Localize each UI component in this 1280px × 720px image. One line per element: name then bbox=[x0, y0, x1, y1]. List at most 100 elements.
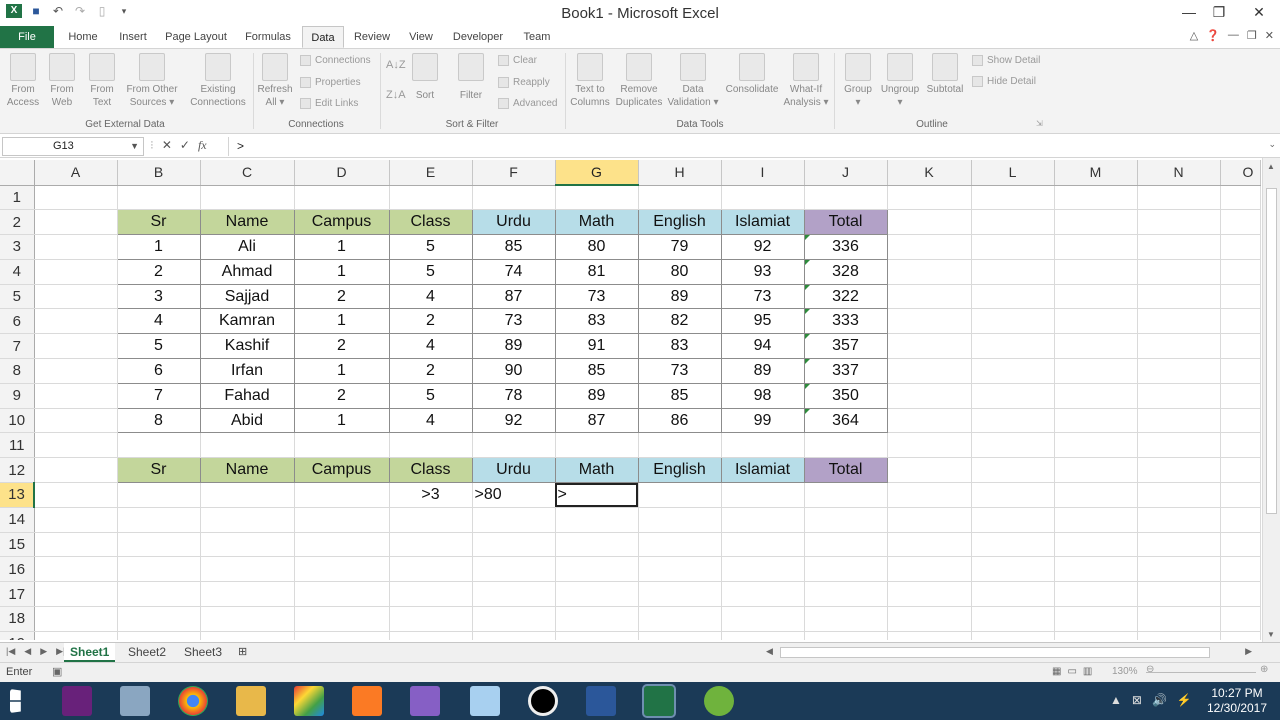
cell[interactable] bbox=[721, 532, 805, 558]
cell[interactable] bbox=[971, 284, 1055, 310]
cell[interactable] bbox=[887, 482, 972, 508]
row-header[interactable]: 3 bbox=[0, 234, 35, 260]
column-header[interactable]: B bbox=[117, 160, 201, 186]
table-cell[interactable]: 8 bbox=[116, 407, 201, 434]
recorder-icon[interactable] bbox=[528, 686, 558, 716]
cell[interactable] bbox=[472, 631, 556, 640]
cell[interactable] bbox=[804, 556, 888, 583]
table-cell[interactable]: 1 bbox=[293, 358, 390, 384]
column-header[interactable]: J bbox=[804, 160, 888, 186]
cell[interactable] bbox=[34, 581, 118, 608]
cell[interactable] bbox=[389, 507, 473, 533]
cell[interactable] bbox=[887, 308, 972, 335]
confirm-entry-icon[interactable]: ✓ bbox=[180, 138, 190, 153]
table-cell[interactable]: Kashif bbox=[199, 333, 295, 360]
xampp-icon[interactable] bbox=[352, 686, 382, 716]
cell[interactable] bbox=[1137, 185, 1221, 211]
table-cell[interactable]: 74 bbox=[471, 258, 556, 285]
cell[interactable] bbox=[721, 581, 805, 608]
cell[interactable] bbox=[34, 284, 118, 310]
cell[interactable] bbox=[971, 185, 1055, 211]
cell[interactable] bbox=[34, 606, 118, 632]
sort-button[interactable]: Sort bbox=[410, 53, 440, 109]
cell[interactable] bbox=[294, 185, 390, 211]
table-cell[interactable]: 5 bbox=[116, 333, 201, 360]
table-cell[interactable]: 79 bbox=[637, 234, 722, 260]
cell[interactable] bbox=[555, 185, 639, 211]
cell[interactable] bbox=[1137, 333, 1221, 360]
criteria-header-cell[interactable]: Math bbox=[554, 457, 639, 484]
row-header[interactable]: 5 bbox=[0, 284, 35, 310]
column-header[interactable]: N bbox=[1137, 160, 1221, 186]
row-header[interactable]: 15 bbox=[0, 532, 35, 558]
cell[interactable] bbox=[200, 631, 295, 640]
cell[interactable] bbox=[1220, 482, 1261, 508]
restore-button[interactable]: ❐ bbox=[1204, 0, 1234, 24]
cell[interactable] bbox=[1054, 383, 1138, 409]
cell[interactable] bbox=[117, 631, 201, 640]
cell[interactable] bbox=[887, 408, 972, 434]
cell[interactable] bbox=[1220, 581, 1261, 608]
tab-data[interactable]: Data bbox=[302, 26, 344, 48]
horizontal-scrollbar[interactable]: ◀ ▶ bbox=[760, 646, 1254, 659]
cell[interactable] bbox=[1137, 581, 1221, 608]
cell[interactable] bbox=[721, 556, 805, 583]
criteria-cell[interactable] bbox=[721, 482, 805, 508]
table-cell[interactable]: 4 bbox=[388, 407, 473, 434]
table-cell[interactable]: 4 bbox=[388, 283, 473, 310]
cell[interactable] bbox=[1220, 209, 1261, 236]
cell[interactable] bbox=[1054, 209, 1138, 236]
table-cell[interactable]: 364 bbox=[803, 407, 888, 434]
cell[interactable] bbox=[887, 631, 972, 640]
cell[interactable] bbox=[638, 606, 722, 632]
table-cell[interactable]: 78 bbox=[471, 382, 556, 409]
edit-links-button[interactable]: Edit Links bbox=[300, 98, 358, 109]
macro-record-icon[interactable]: ▣ bbox=[52, 665, 62, 678]
cell[interactable] bbox=[971, 457, 1055, 484]
table-header-cell[interactable]: Campus bbox=[293, 209, 390, 236]
cell[interactable] bbox=[971, 532, 1055, 558]
cell[interactable] bbox=[1054, 606, 1138, 632]
row-header[interactable]: 10 bbox=[0, 408, 35, 434]
cell[interactable] bbox=[1137, 606, 1221, 632]
criteria-header-cell[interactable]: Campus bbox=[293, 457, 390, 484]
cell[interactable] bbox=[200, 606, 295, 632]
table-cell[interactable]: 2 bbox=[388, 308, 473, 335]
cell[interactable] bbox=[1054, 556, 1138, 583]
cell[interactable] bbox=[117, 532, 201, 558]
cell[interactable] bbox=[1137, 284, 1221, 310]
from-web-button[interactable]: From Web bbox=[44, 53, 80, 109]
cell[interactable] bbox=[971, 209, 1055, 236]
cell[interactable] bbox=[34, 482, 118, 508]
cell[interactable] bbox=[472, 532, 556, 558]
text-to-columns-button[interactable]: Text to Columns bbox=[568, 53, 612, 109]
row-header[interactable]: 4 bbox=[0, 259, 35, 285]
remove-duplicates-button[interactable]: Remove Duplicates bbox=[612, 53, 666, 109]
cell[interactable] bbox=[971, 333, 1055, 360]
table-cell[interactable]: Abid bbox=[199, 407, 295, 434]
show-detail-button[interactable]: Show Detail bbox=[972, 55, 1040, 66]
data-validation-button[interactable]: Data Validation ▾ bbox=[666, 53, 720, 109]
table-cell[interactable]: 83 bbox=[637, 333, 722, 360]
workbook-close-icon[interactable]: ✕ bbox=[1265, 29, 1274, 42]
row-header[interactable]: 17 bbox=[0, 581, 35, 608]
properties-button[interactable]: Properties bbox=[300, 77, 361, 88]
criteria-header-cell[interactable]: Islamiat bbox=[720, 457, 805, 484]
consolidate-button[interactable]: Consolidate bbox=[722, 53, 782, 96]
cell[interactable] bbox=[887, 209, 972, 236]
cell[interactable] bbox=[887, 432, 972, 459]
table-header-cell[interactable]: Total bbox=[803, 209, 888, 236]
table-cell[interactable]: Fahad bbox=[199, 382, 295, 409]
cell[interactable] bbox=[804, 606, 888, 632]
sort-az-icon[interactable]: A↓Z bbox=[386, 59, 406, 71]
criteria-header-cell[interactable]: Name bbox=[199, 457, 295, 484]
cell[interactable] bbox=[1220, 507, 1261, 533]
table-cell[interactable]: 350 bbox=[803, 382, 888, 409]
cell[interactable] bbox=[34, 358, 118, 384]
row-header[interactable]: 19 bbox=[0, 631, 35, 640]
group-button[interactable]: Group ▾ bbox=[838, 53, 878, 109]
row-header[interactable]: 12 bbox=[0, 457, 35, 484]
table-cell[interactable]: 87 bbox=[471, 283, 556, 310]
table-cell[interactable]: 90 bbox=[471, 358, 556, 384]
cell[interactable] bbox=[1220, 631, 1261, 640]
